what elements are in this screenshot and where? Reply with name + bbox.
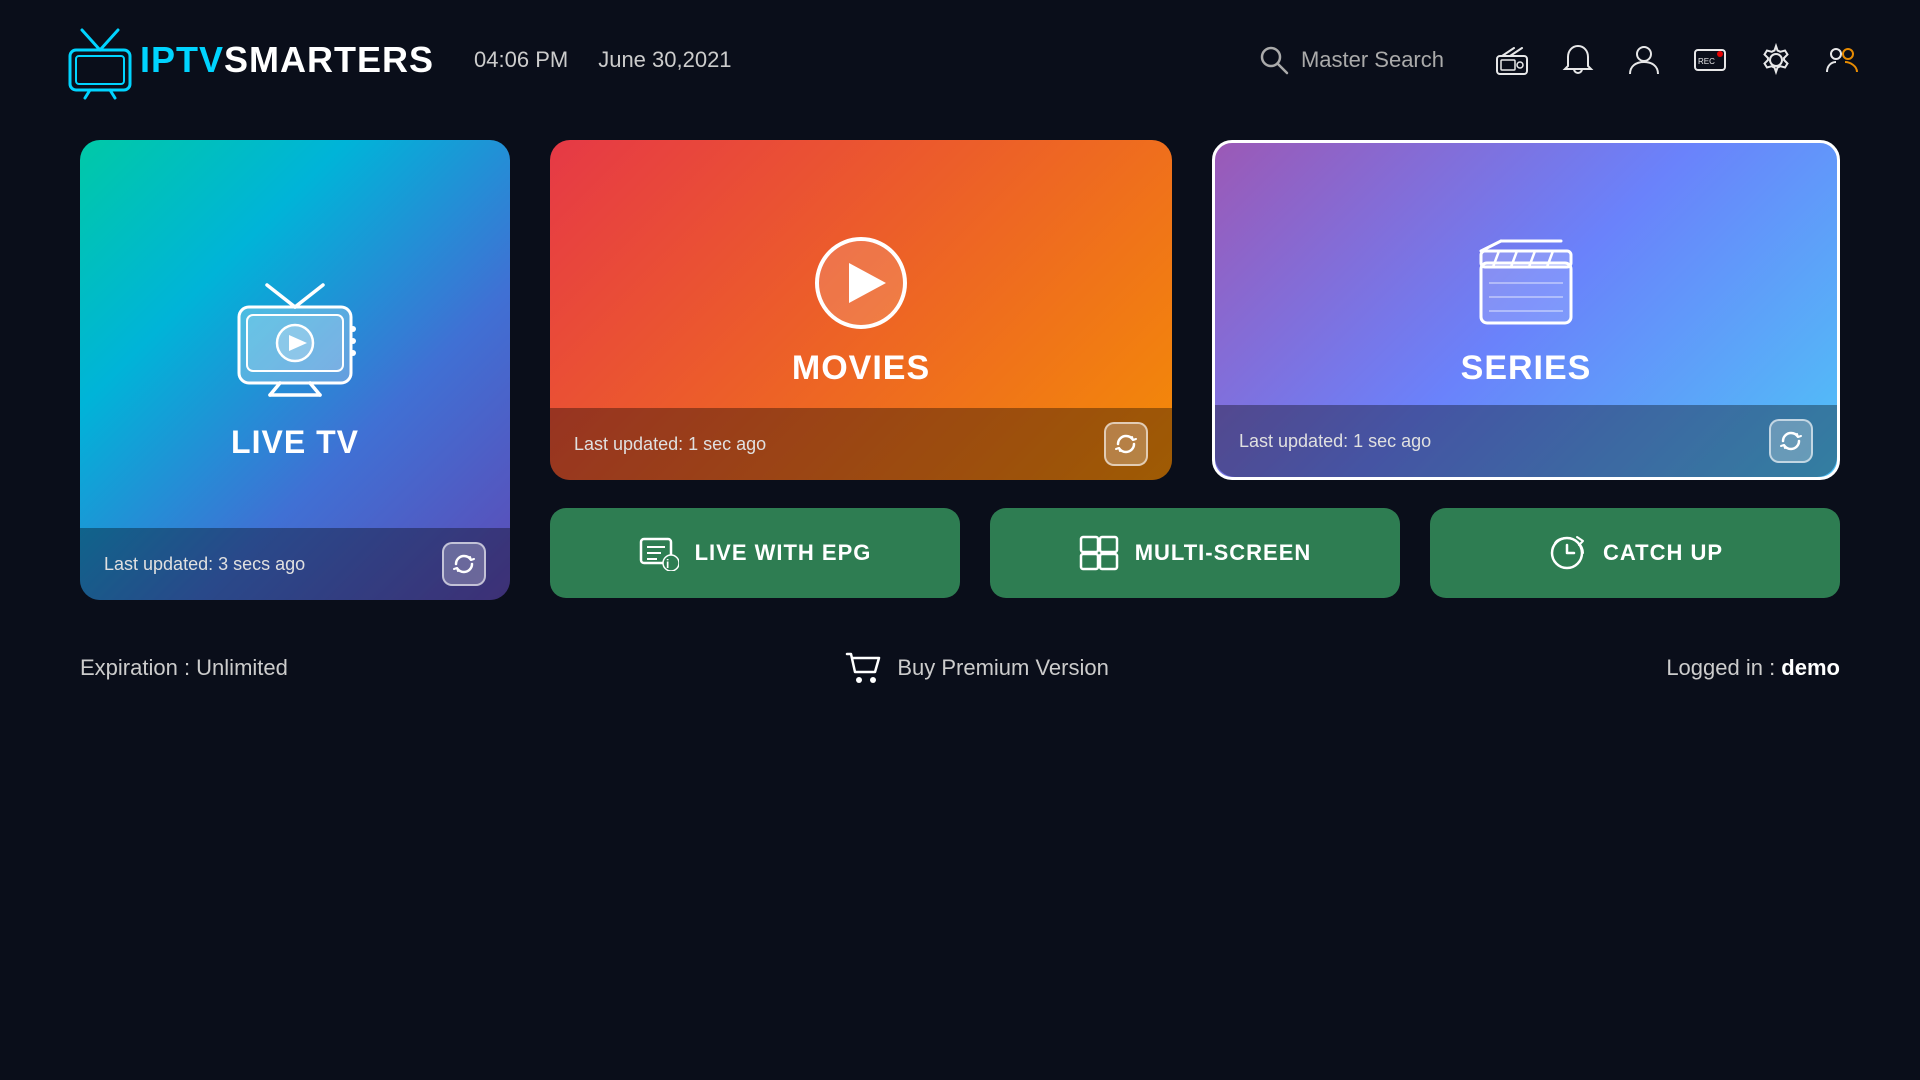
- movies-updated: Last updated: 1 sec ago: [574, 434, 766, 455]
- logo-area: IPTVSMARTERS: [60, 20, 434, 100]
- movies-play-icon: [811, 233, 911, 333]
- main-content: LIVE TV Last updated: 3 secs ago: [0, 120, 1920, 620]
- series-title: SERIES: [1461, 349, 1592, 388]
- movies-refresh-button[interactable]: [1104, 422, 1148, 466]
- cart-icon: [845, 650, 881, 686]
- header: IPTVSMARTERS 04:06 PM June 30,2021 Maste…: [0, 0, 1920, 120]
- logo-smarters: SMARTERS: [224, 39, 434, 80]
- bell-icon[interactable]: [1560, 42, 1596, 78]
- user-icon[interactable]: [1626, 42, 1662, 78]
- date-display: June 30,2021: [598, 47, 731, 73]
- live-epg-label: LIVE WITH EPG: [695, 540, 872, 566]
- expiration-value: Unlimited: [196, 655, 288, 680]
- top-cards: MOVIES Last updated: 1 sec ago: [550, 140, 1840, 480]
- movies-footer: Last updated: 1 sec ago: [550, 408, 1172, 480]
- search-icon: [1259, 45, 1289, 75]
- live-tv-refresh-button[interactable]: [442, 542, 486, 586]
- tv-card-icon: [225, 279, 365, 404]
- settings-icon[interactable]: [1758, 42, 1794, 78]
- series-card[interactable]: SERIES Last updated: 1 sec ago: [1212, 140, 1840, 480]
- header-icons: REC: [1494, 42, 1860, 78]
- catch-up-label: CATCH UP: [1603, 540, 1723, 566]
- radio-icon[interactable]: [1494, 42, 1530, 78]
- series-updated: Last updated: 1 sec ago: [1239, 431, 1431, 452]
- logo-iptv: IPTV: [140, 39, 224, 80]
- search-bar[interactable]: Master Search: [1259, 45, 1444, 75]
- live-tv-updated: Last updated: 3 secs ago: [104, 554, 305, 575]
- expiration-area: Expiration : Unlimited: [80, 655, 288, 681]
- live-epg-button[interactable]: i LIVE WITH EPG: [550, 508, 960, 598]
- datetime: 04:06 PM June 30,2021: [474, 47, 732, 73]
- buy-premium-label: Buy Premium Version: [897, 655, 1109, 681]
- series-refresh-button[interactable]: [1769, 419, 1813, 463]
- live-tv-footer: Last updated: 3 secs ago: [80, 528, 510, 600]
- logged-in-area: Logged in : demo: [1666, 655, 1840, 681]
- time-display: 04:06 PM: [474, 47, 568, 73]
- bottom-buttons: i LIVE WITH EPG MULTI-SCREEN: [550, 508, 1840, 598]
- movies-card[interactable]: MOVIES Last updated: 1 sec ago: [550, 140, 1172, 480]
- logged-in-user: demo: [1781, 655, 1840, 680]
- search-label: Master Search: [1301, 47, 1444, 73]
- expiration-label: Expiration :: [80, 655, 196, 680]
- catch-up-button[interactable]: CATCH UP: [1430, 508, 1840, 598]
- series-footer: Last updated: 1 sec ago: [1215, 405, 1837, 477]
- logged-in-label: Logged in :: [1666, 655, 1781, 680]
- right-column: MOVIES Last updated: 1 sec ago: [550, 140, 1840, 598]
- series-clapper-icon: [1471, 233, 1581, 333]
- buy-premium-button[interactable]: Buy Premium Version: [845, 650, 1109, 686]
- multi-screen-button[interactable]: MULTI-SCREEN: [990, 508, 1400, 598]
- record-icon[interactable]: REC: [1692, 42, 1728, 78]
- switch-user-icon[interactable]: [1824, 42, 1860, 78]
- svg-text:REC: REC: [1698, 57, 1715, 66]
- catch-up-icon: [1547, 535, 1587, 571]
- multi-screen-label: MULTI-SCREEN: [1135, 540, 1312, 566]
- live-tv-card[interactable]: LIVE TV Last updated: 3 secs ago: [80, 140, 510, 600]
- live-epg-icon: i: [639, 535, 679, 571]
- movies-title: MOVIES: [792, 349, 930, 388]
- logo-text: IPTVSMARTERS: [140, 39, 434, 81]
- cards-row: LIVE TV Last updated: 3 secs ago: [80, 140, 1840, 600]
- multi-screen-icon: [1079, 535, 1119, 571]
- footer: Expiration : Unlimited Buy Premium Versi…: [0, 620, 1920, 686]
- live-tv-title: LIVE TV: [231, 424, 359, 461]
- logo-icon: [60, 20, 140, 100]
- svg-text:i: i: [666, 557, 670, 571]
